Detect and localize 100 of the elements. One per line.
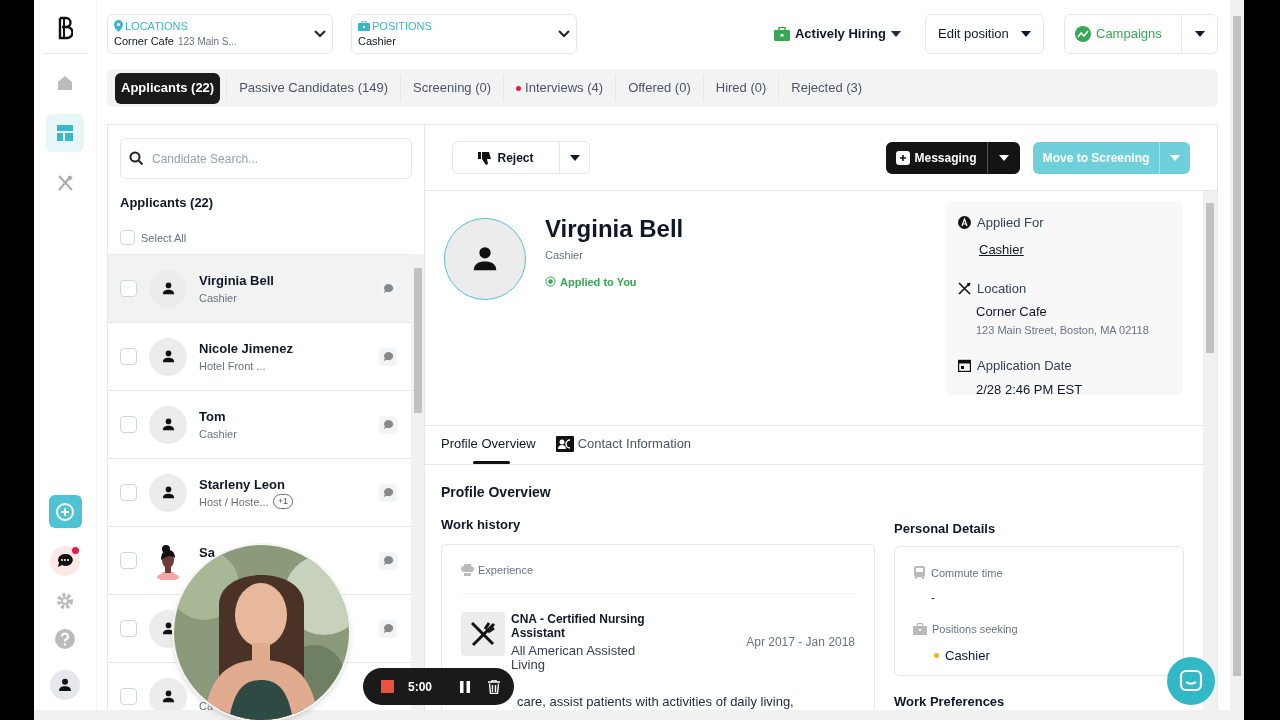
info-label: Applied For	[977, 214, 1044, 232]
status-tab[interactable]: Applicants (22)	[115, 72, 221, 104]
hiring-status-dropdown[interactable]: Actively Hiring	[773, 24, 901, 44]
pause-icon[interactable]	[459, 680, 471, 693]
chat-icon[interactable]	[382, 555, 394, 566]
horizontal-scrollbar[interactable]	[34, 710, 1244, 720]
filter-label: LOCATIONS	[125, 18, 188, 33]
job-description: care, assist patients with activities of daily living,	[517, 693, 795, 710]
bus-icon	[913, 566, 926, 580]
filter-label: POSITIONS	[372, 18, 432, 33]
scrollbar-thumb[interactable]	[414, 268, 422, 413]
delete-icon[interactable]	[488, 679, 500, 694]
search-field[interactable]: Candidate Search...	[120, 138, 412, 179]
chef-hat-icon	[461, 563, 474, 576]
filter-detail: 123 Main S...	[177, 34, 237, 49]
detail-tab[interactable]: Contact Information	[555, 426, 692, 464]
help-icon	[55, 629, 75, 649]
person-icon	[160, 485, 176, 500]
job-title: CNA - Certified Nursing Assistant	[511, 612, 646, 640]
chat-icon	[1179, 669, 1203, 693]
person-icon	[160, 689, 176, 704]
chat-icon[interactable]	[382, 283, 394, 294]
briefcase-icon	[358, 20, 370, 31]
detail-label: Commute time	[931, 565, 1003, 581]
briefcase-icon	[913, 623, 927, 636]
chat-launcher-button[interactable]	[1167, 657, 1215, 705]
checkbox[interactable]	[120, 484, 137, 501]
section-heading: Work history	[441, 516, 522, 534]
status-tab[interactable]: Rejected (3)	[785, 72, 869, 104]
scrollbar-thumb[interactable]	[1233, 16, 1241, 676]
position-seeking: Cashier	[945, 646, 990, 665]
nav-item[interactable]	[46, 114, 84, 152]
chat-icon[interactable]	[382, 487, 394, 498]
nav-button[interactable]	[50, 546, 80, 576]
status-tab[interactable]: Offered (0)	[622, 72, 697, 104]
commute-value: -	[931, 590, 936, 607]
add-button[interactable]	[48, 495, 82, 528]
candidate-name: Nicole Jimenez	[199, 339, 293, 358]
detail-tab[interactable]: Profile Overview	[441, 426, 536, 464]
checkbox[interactable]	[120, 230, 135, 246]
search-icon	[129, 151, 144, 166]
status-tab[interactable]: Hired (0)	[709, 72, 773, 104]
calendar-icon	[958, 359, 971, 373]
trend-icon	[1075, 26, 1091, 42]
thumbs-down-icon	[478, 150, 494, 165]
checkbox[interactable]	[120, 688, 137, 705]
nav-button[interactable]	[50, 670, 80, 700]
person-icon	[57, 677, 73, 693]
caret-icon	[1194, 31, 1205, 37]
select-all-label: Select All	[141, 230, 187, 246]
status-tab[interactable]: Interviews (4)	[510, 72, 610, 104]
recording-time: 5:00	[408, 678, 433, 696]
check-circle-icon	[545, 276, 556, 288]
position-link[interactable]: Cashier	[979, 241, 1024, 257]
add-icon	[55, 501, 75, 522]
checkbox[interactable]	[120, 620, 137, 637]
checkbox[interactable]	[120, 280, 137, 297]
caret-icon	[1170, 154, 1180, 161]
candidate-position: Host / Hoste...	[199, 494, 269, 510]
filter-dropdown[interactable]: POSITIONS Cashier	[351, 14, 577, 54]
status-tab[interactable]: Passive Candidates (149)	[233, 72, 395, 104]
job-dates: Apr 2017 - Jan 2018	[746, 634, 855, 651]
checkbox[interactable]	[120, 552, 137, 569]
dashboard-icon[interactable]	[57, 125, 73, 141]
logo[interactable]	[57, 16, 73, 40]
person-icon	[160, 349, 176, 364]
candidate-position: Cashier	[199, 426, 237, 442]
caret-icon	[891, 31, 901, 37]
location-address: 123 Main Street, Boston, MA 02118	[976, 322, 1150, 338]
chat-icon[interactable]	[382, 623, 394, 634]
settings-icon	[56, 592, 74, 610]
utensils-icon[interactable]	[56, 174, 74, 192]
caret-icon	[999, 154, 1009, 161]
home-icon[interactable]	[56, 74, 74, 92]
candidate-name: Sa	[199, 543, 215, 562]
briefcase-icon	[773, 27, 790, 41]
edit-position-button[interactable]: Edit position	[925, 14, 1044, 54]
caret-icon	[1021, 31, 1031, 37]
scrollbar-thumb[interactable]	[1206, 203, 1214, 353]
person-icon	[160, 417, 176, 432]
checkbox[interactable]	[120, 348, 137, 365]
info-label: Application Date	[977, 357, 1072, 375]
filter-dropdown[interactable]: LOCATIONS Corner Cafe 123 Main S...	[107, 14, 333, 54]
filter-value: Corner Cafe	[114, 33, 174, 49]
candidate-row[interactable]: Virginia Bell Cashier	[108, 254, 411, 322]
chat-icon	[56, 552, 74, 570]
chat-icon[interactable]	[382, 351, 394, 362]
section-heading: Work Preferences	[894, 692, 1006, 710]
employer-name: All American Assisted Living	[511, 644, 637, 672]
chat-icon[interactable]	[382, 419, 394, 430]
candidate-position: Cashier	[545, 248, 584, 263]
chevron-down-icon	[314, 30, 326, 38]
detail-label: Positions seeking	[932, 622, 1018, 637]
utensils-icon	[958, 281, 971, 295]
application-status: Applied to You	[560, 274, 637, 290]
checkbox[interactable]	[120, 416, 137, 433]
section-heading: Personal Details	[894, 520, 997, 538]
candidate-name: Virginia Bell	[545, 215, 685, 243]
status-tab[interactable]: Screening (0)	[407, 72, 498, 104]
chevron-down-icon	[558, 30, 570, 38]
